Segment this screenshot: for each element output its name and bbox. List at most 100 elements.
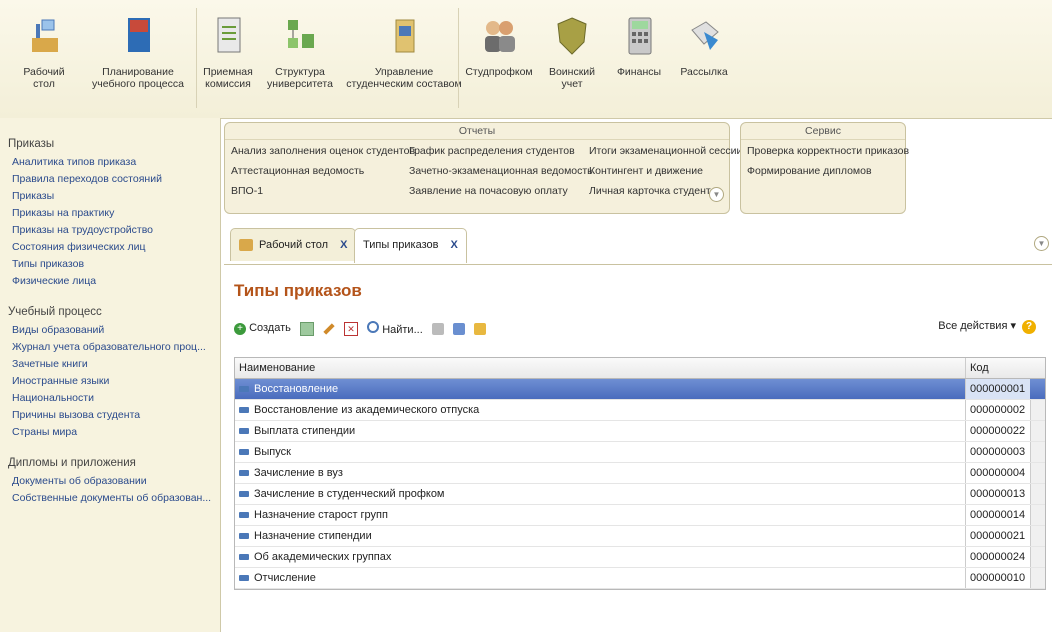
desk-icon xyxy=(24,14,64,58)
table-row[interactable]: Восстановление из академического отпуска… xyxy=(235,400,1045,421)
close-icon[interactable]: X xyxy=(450,239,457,251)
table-row[interactable]: Назначение стипендии 000000021 xyxy=(235,526,1045,547)
toolbar-structure[interactable]: Структура университета xyxy=(260,8,340,90)
list-icon[interactable] xyxy=(452,322,465,335)
sidebar-item[interactable]: Аналитика типов приказа xyxy=(12,154,220,171)
row-name-cell: Назначение стипендии xyxy=(235,526,967,546)
sidebar-item[interactable]: Документы об образовании xyxy=(12,473,220,490)
order-types-table: Наименование Код Восстановление 00000000… xyxy=(234,357,1046,590)
sidebar-item[interactable]: Типы приказов xyxy=(12,256,220,273)
sidebar-item[interactable]: Приказы на практику xyxy=(12,205,220,222)
service-link[interactable]: Формирование дипломов xyxy=(747,165,872,177)
report-link[interactable]: Итоги экзаменационной сессии xyxy=(589,145,742,157)
chevron-down-icon[interactable]: ▼ xyxy=(1034,236,1049,251)
table-row[interactable]: Зачисление в вуз 000000004 xyxy=(235,463,1045,484)
toolbar-label: Приемная комиссия xyxy=(203,66,253,90)
item-icon xyxy=(239,575,249,582)
sidebar-item[interactable]: Зачетные книги xyxy=(12,356,220,373)
all-actions-menu[interactable]: Все действия ▾? xyxy=(938,319,1036,334)
column-header-code[interactable]: Код xyxy=(965,358,1030,378)
row-code: 000000024 xyxy=(965,547,1030,567)
row-name: Об академических группах xyxy=(254,551,392,563)
table-header: Наименование Код xyxy=(235,358,1045,379)
report-link[interactable]: График распределения студентов xyxy=(409,145,575,157)
tab-order-types[interactable]: Типы приказов X xyxy=(354,228,467,263)
sidebar-item[interactable]: Страны мира xyxy=(12,424,220,441)
sidebar-item[interactable]: Приказы xyxy=(12,188,220,205)
page-title: Типы приказов xyxy=(234,281,362,300)
toolbar-label: Рассылка xyxy=(680,66,728,78)
delete-icon[interactable]: ✕ xyxy=(344,321,359,336)
toolbar-label: Рабочий стол xyxy=(23,66,65,90)
report-icon[interactable] xyxy=(473,322,486,335)
sidebar-item[interactable]: Иностранные языки xyxy=(12,373,220,390)
report-link[interactable]: Контингент и движение xyxy=(589,165,703,177)
table-row[interactable]: Выпуск 000000003 xyxy=(235,442,1045,463)
sidebar-item[interactable]: Физические лица xyxy=(12,273,220,290)
row-name: Зачисление в студенческий профком xyxy=(254,488,445,500)
row-name-cell: Зачисление в вуз xyxy=(235,463,967,483)
table-row[interactable]: Восстановление 000000001 xyxy=(235,379,1045,400)
toolbar-mailing[interactable]: Рассылка xyxy=(674,8,734,78)
report-link[interactable]: Заявление на почасовую оплату xyxy=(409,185,568,197)
toolbar-military[interactable]: Воинский учет xyxy=(544,8,600,90)
toolbar-union[interactable]: Студпрофком xyxy=(462,8,536,78)
tab-label: Рабочий стол xyxy=(259,239,329,251)
service-title: Сервис xyxy=(741,123,905,140)
envelope-icon xyxy=(684,14,724,58)
tab-bar: Рабочий стол X Типы приказов X ▼ xyxy=(224,224,1052,264)
reports-title: Отчеты xyxy=(225,123,729,140)
people-icon xyxy=(479,14,519,58)
tab-label: Типы приказов xyxy=(363,239,439,251)
table-row[interactable]: Отчисление 000000010 xyxy=(235,568,1045,589)
report-link[interactable]: Анализ заполнения оценок студентов xyxy=(231,145,415,157)
edit-icon[interactable] xyxy=(323,322,335,335)
item-icon xyxy=(239,470,249,477)
toolbar-admission[interactable]: Приемная комиссия xyxy=(198,8,258,90)
row-name: Восстановление из академического отпуска xyxy=(254,404,480,416)
sidebar-item[interactable]: Состояния физических лиц xyxy=(12,239,220,256)
item-icon xyxy=(239,407,249,414)
row-name-cell: Выплата стипендии xyxy=(235,421,967,441)
row-name: Зачисление в вуз xyxy=(254,467,343,479)
row-code: 000000002 xyxy=(965,400,1030,420)
report-link[interactable]: Личная карточка студента xyxy=(589,185,716,197)
sidebar-item[interactable]: Причины вызова студента xyxy=(12,407,220,424)
toolbar-students[interactable]: Управление студенческим составом xyxy=(344,8,464,90)
sidebar-item[interactable]: Журнал учета образовательного проц... xyxy=(12,339,220,356)
column-header-name[interactable]: Наименование xyxy=(235,358,967,378)
row-name-cell: Восстановление из академического отпуска xyxy=(235,400,967,420)
service-link[interactable]: Проверка корректности приказов xyxy=(747,145,909,157)
create-button[interactable]: + Создать xyxy=(234,322,291,335)
row-code: 000000003 xyxy=(965,442,1030,462)
help-icon[interactable]: ? xyxy=(1022,320,1036,334)
sidebar-item[interactable]: Собственные документы об образован... xyxy=(12,490,220,507)
toolbar-finance[interactable]: Финансы xyxy=(612,8,666,78)
table-row[interactable]: Зачисление в студенческий профком 000000… xyxy=(235,484,1045,505)
sidebar-item[interactable]: Виды образований xyxy=(12,322,220,339)
toolbar-planning[interactable]: Планирование учебного процесса xyxy=(86,8,190,90)
close-icon[interactable]: X xyxy=(340,239,347,251)
table-row[interactable]: Выплата стипендии 000000022 xyxy=(235,421,1045,442)
main-toolbar: Рабочий стол Планирование учебного проце… xyxy=(0,0,1052,119)
create-label: Создать xyxy=(249,322,291,334)
filter-clear-icon[interactable] xyxy=(431,322,444,335)
report-link[interactable]: Зачетно-экзаменационная ведомость xyxy=(409,165,593,177)
find-button[interactable]: Найти... xyxy=(367,321,423,336)
sidebar-item[interactable]: Приказы на трудоустройство xyxy=(12,222,220,239)
chevron-down-icon[interactable]: ▼ xyxy=(709,187,724,202)
copy-icon[interactable] xyxy=(299,321,314,336)
report-link[interactable]: ВПО-1 xyxy=(231,185,263,197)
item-icon xyxy=(239,491,249,498)
row-name-cell: Отчисление xyxy=(235,568,967,588)
table-row[interactable]: Об академических группах 000000024 xyxy=(235,547,1045,568)
table-row[interactable]: Назначение старост групп 000000014 xyxy=(235,505,1045,526)
row-code: 000000022 xyxy=(965,421,1030,441)
sidebar-section-title: Приказы xyxy=(8,138,55,150)
sidebar-item[interactable]: Правила переходов состояний xyxy=(12,171,220,188)
sidebar-item[interactable]: Национальности xyxy=(12,390,220,407)
report-link[interactable]: Аттестационная ведомость xyxy=(231,165,364,177)
toolbar-desktop[interactable]: Рабочий стол xyxy=(12,8,76,90)
toolbar-label: Планирование учебного процесса xyxy=(92,66,184,90)
tab-desktop[interactable]: Рабочий стол X xyxy=(230,228,357,261)
